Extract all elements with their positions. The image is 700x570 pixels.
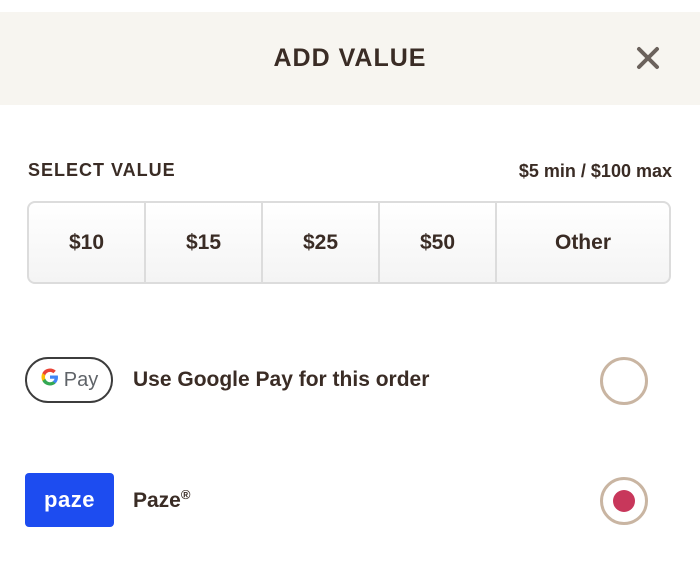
close-button[interactable]	[634, 44, 662, 72]
paze-radio[interactable]	[600, 477, 648, 525]
amount-option-50[interactable]: $50	[380, 203, 497, 282]
google-pay-label: Use Google Pay for this order	[133, 368, 430, 391]
value-range-label: $5 min / $100 max	[518, 161, 672, 181]
paze-option[interactable]: paze Paze®	[25, 473, 648, 533]
select-value-header: SELECT VALUE $5 min / $100 max	[28, 158, 672, 186]
close-icon	[637, 47, 659, 69]
radio-selected-dot	[613, 490, 635, 512]
paze-label: Paze®	[133, 487, 190, 513]
google-g-icon	[40, 367, 60, 393]
amount-selector: $10 $15 $25 $50 Other	[27, 201, 671, 284]
google-pay-option[interactable]: Pay Use Google Pay for this order	[25, 357, 648, 417]
paze-label-text: Paze	[133, 489, 181, 512]
modal-header: ADD VALUE	[0, 12, 700, 105]
amount-option-15[interactable]: $15	[146, 203, 263, 282]
google-g-glyph	[41, 368, 58, 386]
modal-title: ADD VALUE	[273, 44, 427, 72]
amount-option-25[interactable]: $25	[263, 203, 380, 282]
google-pay-logo: Pay	[25, 357, 113, 403]
select-value-label: SELECT VALUE	[28, 160, 176, 180]
google-pay-text: Pay	[63, 368, 99, 391]
amount-option-10[interactable]: $10	[29, 203, 146, 282]
paze-logo: paze	[25, 473, 114, 527]
amount-option-other[interactable]: Other	[497, 203, 669, 282]
google-pay-radio[interactable]	[600, 357, 648, 405]
registered-mark: ®	[180, 487, 191, 502]
